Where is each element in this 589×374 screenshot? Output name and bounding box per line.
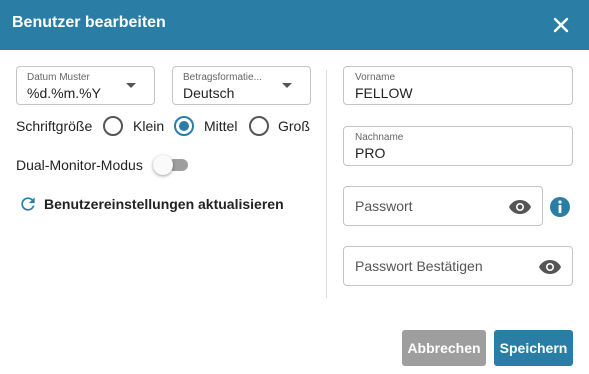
first-name-value: FELLOW — [355, 85, 413, 101]
close-icon[interactable] — [549, 13, 573, 37]
radio-label-small[interactable]: Klein — [133, 118, 164, 134]
password-field[interactable]: Passwort — [343, 186, 543, 226]
dual-monitor-toggle-knob[interactable] — [153, 155, 173, 175]
edit-user-dialog: Benutzer bearbeiten Datum Muster %d.%m.%… — [0, 0, 589, 374]
eye-icon[interactable] — [538, 259, 562, 275]
dialog-title: Benutzer bearbeiten — [12, 14, 166, 31]
first-name-label: Vorname — [355, 72, 396, 83]
cancel-button[interactable]: Abbrechen — [402, 330, 486, 366]
radio-font-size-small[interactable] — [103, 116, 123, 136]
password-placeholder: Passwort — [355, 198, 413, 214]
password-confirm-placeholder: Passwort Bestätigen — [355, 258, 483, 274]
amount-format-label: Betragsformatie... — [183, 72, 262, 83]
radio-label-large[interactable]: Groß — [278, 118, 310, 134]
date-format-select[interactable]: Datum Muster %d.%m.%Y — [16, 66, 155, 105]
save-button[interactable]: Speichern — [494, 330, 573, 366]
last-name-label: Nachname — [355, 132, 404, 143]
amount-format-value: Deutsch — [183, 85, 235, 101]
eye-icon[interactable] — [508, 199, 532, 215]
amount-format-select[interactable]: Betragsformatie... Deutsch — [172, 66, 311, 105]
last-name-field[interactable]: Nachname PRO — [343, 126, 573, 166]
radio-label-medium[interactable]: Mittel — [204, 118, 237, 134]
date-format-label: Datum Muster — [27, 72, 90, 83]
dual-monitor-label: Dual-Monitor-Modus — [16, 157, 143, 173]
radio-font-size-large[interactable] — [249, 116, 269, 136]
first-name-field[interactable]: Vorname FELLOW — [343, 66, 573, 105]
chevron-down-icon — [126, 83, 136, 88]
chevron-down-icon — [282, 83, 292, 88]
radio-font-size-medium[interactable] — [174, 116, 194, 136]
refresh-icon — [21, 197, 35, 211]
column-divider — [326, 70, 327, 298]
last-name-value: PRO — [355, 145, 386, 161]
info-icon[interactable] — [549, 196, 571, 218]
font-size-label: Schriftgröße — [16, 118, 93, 134]
password-confirm-field[interactable]: Passwort Bestätigen — [343, 246, 573, 286]
refresh-settings-label: Benutzereinstellungen aktualisieren — [44, 196, 284, 212]
dialog-header: Benutzer bearbeiten — [0, 0, 589, 50]
date-format-value: %d.%m.%Y — [27, 85, 101, 101]
